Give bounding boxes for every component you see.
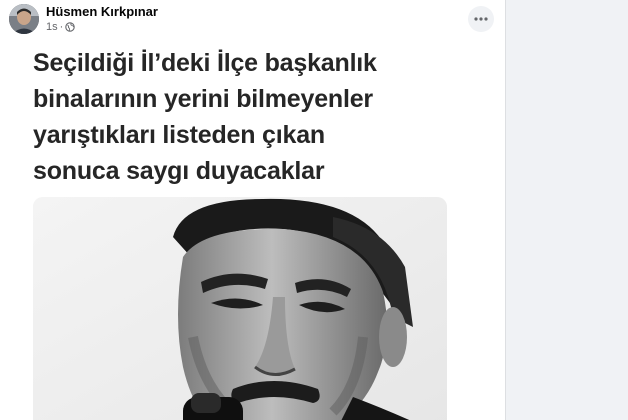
text-line: yarıştıkları listeden çıkan: [33, 121, 325, 149]
post-timestamp[interactable]: 1s: [46, 21, 58, 33]
post-image-caption-text: Seçildiği İl’deki İlçe başkanlık binalar…: [33, 45, 443, 189]
author-name[interactable]: Hüsmen Kırkpınar: [46, 4, 158, 19]
post-meta: 1s ·: [46, 21, 76, 33]
avatar-icon: [9, 4, 39, 34]
text-line: Seçildiği İl’deki İlçe başkanlık: [33, 49, 377, 77]
portrait-photo-icon: [33, 197, 447, 420]
post-header: Hüsmen Kırkpınar 1s ·: [0, 0, 505, 44]
post-card: Hüsmen Kırkpınar 1s · Seçildiği İl’deki …: [0, 0, 506, 420]
author-avatar[interactable]: [9, 4, 39, 34]
post-photo[interactable]: [33, 197, 447, 420]
more-horizontal-icon: [474, 17, 488, 21]
more-options-button[interactable]: [468, 6, 494, 32]
text-line: binalarının yerini bilmeyenler: [33, 85, 373, 113]
text-line: sonuca saygı duyacaklar: [33, 157, 325, 185]
globe-icon[interactable]: [65, 22, 76, 32]
